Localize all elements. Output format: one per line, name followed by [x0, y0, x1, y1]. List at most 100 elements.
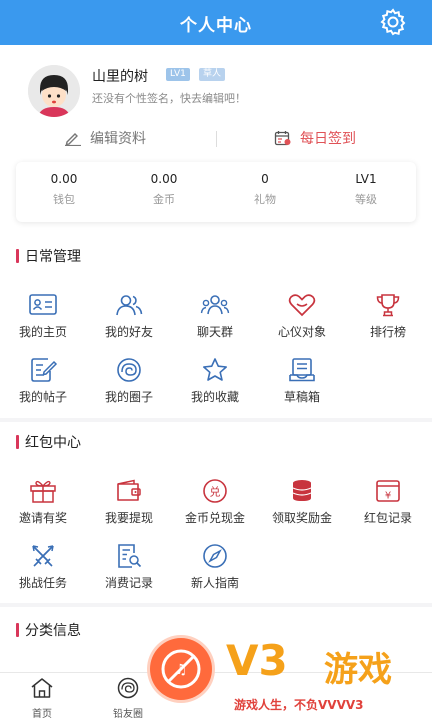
grid-item-leaderboard[interactable]: 排行榜 — [345, 292, 431, 340]
stat-value: 0 — [261, 172, 269, 186]
username: 山里的树 — [92, 69, 148, 85]
friends-icon — [116, 295, 143, 316]
stat-value: LV1 — [355, 172, 377, 186]
svg-text:兑: 兑 — [210, 485, 221, 499]
avatar[interactable] — [28, 65, 80, 117]
grid-item-redpacket-record[interactable]: ¥ 红包记录 — [345, 478, 431, 526]
wallet-icon — [117, 479, 141, 501]
id-card-icon — [29, 294, 57, 315]
section-accent-bar — [16, 435, 19, 449]
stat-value: 0.00 — [50, 172, 78, 186]
star-icon — [203, 358, 227, 381]
edit-profile-label: 编辑资料 — [90, 131, 146, 147]
grid-item-label: 我的收藏 — [190, 390, 239, 404]
top-bar: 个人中心 — [0, 0, 432, 45]
post-icon — [31, 358, 58, 382]
exchange-icon: 兑 — [203, 479, 227, 503]
grid-item-label: 我的圈子 — [104, 390, 153, 404]
grid-item-label: 领取奖励金 — [271, 511, 332, 525]
stat-level[interactable]: LV1 等级 — [326, 172, 406, 207]
redpacket-section: 红包中心 邀请有奖 我要提现 兑 金币兑现金 领取奖励金 ¥ 红包记录 挑战任务… — [0, 422, 432, 603]
grid-item-label: 红包记录 — [363, 511, 412, 525]
section-title-text: 红包中心 — [25, 435, 81, 451]
watermark-brand-cn: 游戏 — [324, 650, 392, 690]
watermark-logo: ♫ — [150, 638, 212, 700]
section-accent-bar — [16, 249, 19, 263]
grid-item-group-chat[interactable]: 聊天群 — [172, 292, 258, 340]
action-divider — [216, 131, 217, 147]
daily-management-section: 日常管理 我的主页 我的好友 聊天群 心仪对象 排行榜 我的帖子 我的圈子 我的… — [0, 235, 432, 418]
grid-item-withdraw[interactable]: 我要提现 — [86, 478, 172, 526]
section-title-text: 分类信息 — [25, 623, 81, 639]
heart-icon — [288, 294, 316, 317]
circle-tab-icon — [117, 677, 139, 699]
daily-signin-label: 每日签到 — [300, 131, 356, 147]
stat-gifts[interactable]: 0 礼物 — [225, 172, 305, 207]
tab-label: 首页 — [32, 709, 52, 720]
section-title-text: 日常管理 — [25, 249, 81, 265]
grid-item-my-posts[interactable]: 我的帖子 — [0, 357, 86, 405]
role-badge: 草人 — [199, 68, 226, 81]
section-title: 日常管理 — [16, 246, 81, 266]
stat-value: 0.00 — [150, 172, 178, 186]
grid-item-label: 我的好友 — [104, 325, 153, 339]
stat-label: 礼物 — [254, 193, 276, 206]
stat-label: 钱包 — [53, 193, 75, 206]
signature: 还没有个性签名，快去编辑吧！ — [92, 92, 246, 105]
grid-item-my-home[interactable]: 我的主页 — [0, 292, 86, 340]
section-title: 分类信息 — [16, 620, 81, 640]
grid-item-crush[interactable]: 心仪对象 — [259, 292, 345, 340]
grid-item-label: 我要提现 — [104, 511, 153, 525]
draft-icon — [289, 358, 315, 382]
grid-item-challenge[interactable]: 挑战任务 — [0, 543, 86, 591]
grid-item-label: 邀请有奖 — [18, 511, 67, 525]
watermark-brand: V3 — [226, 636, 288, 685]
grid-item-label: 我的主页 — [18, 325, 67, 339]
grid-item-expense-record[interactable]: 消费记录 — [86, 543, 172, 591]
trophy-icon — [376, 294, 400, 317]
gear-icon[interactable] — [378, 7, 408, 37]
yuan-record-icon: ¥ — [376, 480, 400, 502]
grid-item-label: 金币兑现金 — [184, 511, 245, 525]
stat-coins[interactable]: 0.00 金币 — [124, 172, 204, 207]
grid-item-label: 排行榜 — [369, 325, 406, 339]
svg-text:¥: ¥ — [385, 491, 391, 502]
gift-icon — [30, 480, 56, 503]
stat-wallet[interactable]: 0.00 钱包 — [24, 172, 104, 207]
svg-text:♫: ♫ — [175, 662, 188, 678]
daily-signin-button[interactable]: 每日签到 — [274, 125, 356, 151]
grid-item-my-circle[interactable]: 我的圈子 — [86, 357, 172, 405]
grid-item-drafts[interactable]: 草稿箱 — [259, 357, 345, 405]
grid-item-my-friends[interactable]: 我的好友 — [86, 292, 172, 340]
page-title: 个人中心 — [180, 16, 252, 36]
grid-item-invite[interactable]: 邀请有奖 — [0, 478, 86, 526]
compass-icon — [203, 544, 227, 568]
section-accent-bar — [16, 623, 19, 637]
stats-card: 0.00 钱包 0.00 金币 0 礼物 LV1 等级 — [16, 162, 416, 222]
circle-icon — [117, 358, 141, 382]
watermark: ♫ V3 游戏 游戏人生，不负VVVV3 — [148, 636, 432, 720]
pencil-icon — [65, 133, 81, 146]
edit-profile-button[interactable]: 编辑资料 — [64, 125, 146, 151]
grid-item-label: 挑战任务 — [18, 576, 67, 590]
grid-item-label: 聊天群 — [196, 325, 233, 339]
grid-item-label: 新人指南 — [190, 576, 239, 590]
group-chat-icon — [200, 295, 230, 315]
stat-label: 金币 — [153, 193, 175, 206]
grid-item-claim-bonus[interactable]: 领取奖励金 — [259, 478, 345, 526]
level-badge: LV1 — [166, 68, 190, 81]
grid-item-label: 心仪对象 — [277, 325, 326, 339]
swords-icon — [32, 545, 54, 567]
section-title: 红包中心 — [16, 432, 81, 452]
grid-item-label: 消费记录 — [104, 576, 153, 590]
calendar-icon — [274, 131, 291, 146]
grid-item-label: 草稿箱 — [283, 390, 320, 404]
coins-icon — [292, 480, 312, 501]
grid-item-coin-exchange[interactable]: 兑 金币兑现金 — [172, 478, 258, 526]
grid-item-label: 我的帖子 — [18, 390, 67, 404]
home-icon — [31, 678, 53, 698]
grid-item-newbie-guide[interactable]: 新人指南 — [172, 543, 258, 591]
tab-home[interactable]: 首页 — [12, 677, 72, 720]
grid-item-my-favorites[interactable]: 我的收藏 — [172, 357, 258, 405]
watermark-slogan: 游戏人生，不负VVVV3 — [234, 698, 364, 712]
